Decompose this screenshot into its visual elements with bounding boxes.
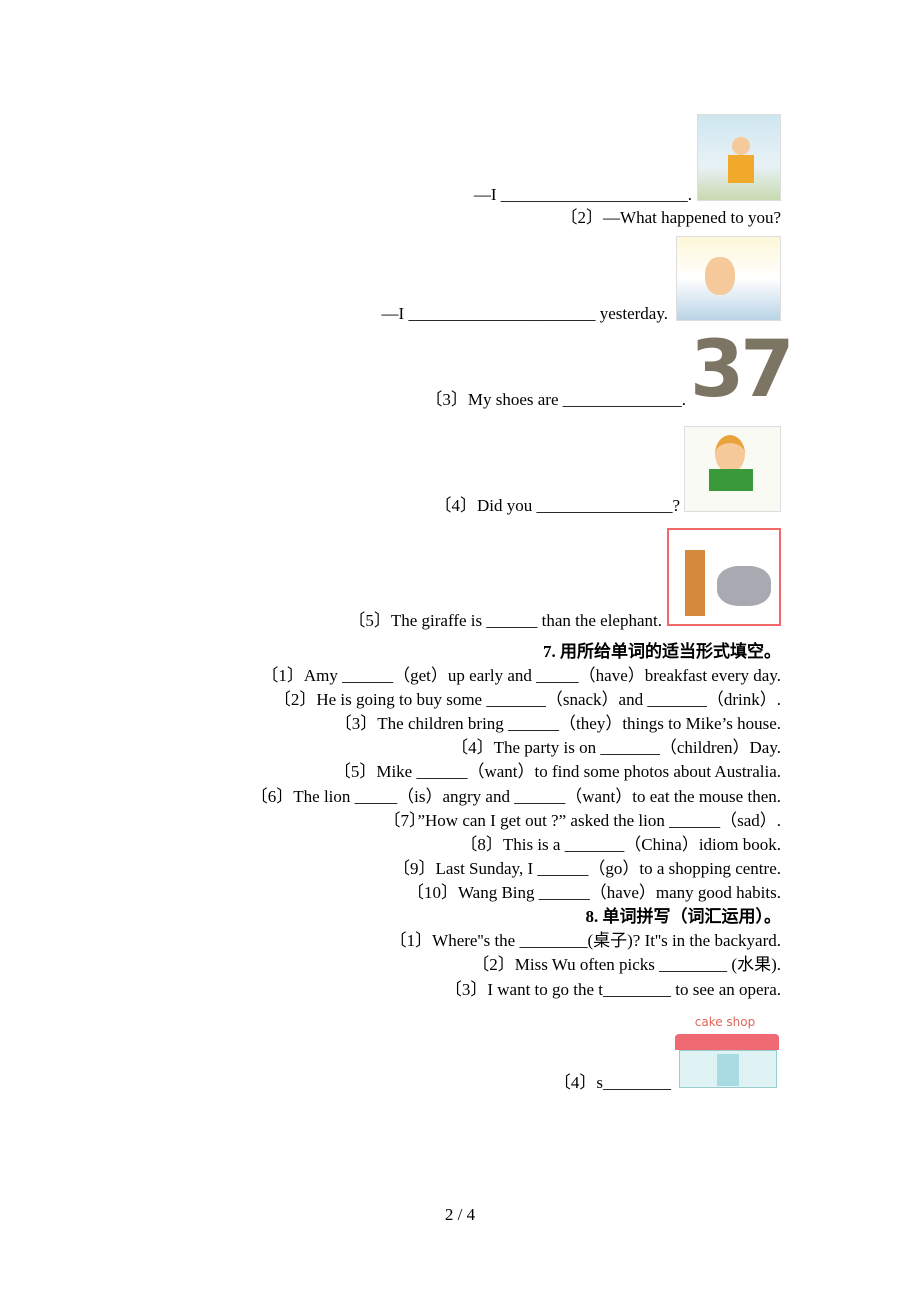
number-37-image: 37: [690, 325, 795, 415]
sick-boy-image: [676, 236, 781, 321]
section7-item: 〔1〕Amy ______（get）up early and _____（hav…: [261, 666, 781, 685]
section8-heading: 8. 单词拼写（词汇运用）。: [585, 907, 782, 926]
section7-item: 〔5〕Mike ______（want）to find some photos …: [333, 762, 781, 781]
q2-answer-line: —I ______________________ yesterday.: [381, 304, 668, 323]
section7-item: 〔6〕The lion _____（is）angry and ______（wa…: [250, 787, 781, 806]
boy-tidying-room-image: [697, 114, 781, 201]
section7-item: 〔2〕He is going to buy some _______（snack…: [273, 690, 781, 709]
section7-item: 〔10〕Wang Bing ______（have）many good habi…: [406, 883, 781, 902]
q4-question: 〔4〕Did you ________________?: [434, 496, 680, 515]
q5-question: 〔5〕The giraffe is ______ than the elepha…: [348, 611, 662, 630]
boy-reading-image: [684, 426, 781, 512]
section8-item: 〔1〕Where''s the ________(桌子)? It''s in t…: [389, 931, 781, 950]
section8-item: 〔2〕Miss Wu often picks ________ (水果).: [472, 955, 781, 974]
section7-item: 〔8〕This is a _______（China）idiom book.: [460, 835, 781, 854]
section7-item: 〔3〕The children bring ______（they）things…: [334, 714, 781, 733]
section8-item: 〔3〕I want to go the t________ to see an …: [444, 980, 781, 999]
section7-item: 〔4〕The party is on _______（children）Day.: [451, 738, 781, 757]
section8-item: 〔4〕s________: [553, 1073, 671, 1092]
q1-answer-line: —I ______________________.: [473, 185, 692, 204]
q3-question: 〔3〕My shoes are ______________.: [425, 390, 686, 409]
section7-heading: 7. 用所给单词的适当形式填空。: [543, 642, 781, 661]
page-number: 2 / 4: [444, 1205, 476, 1224]
cake-shop-image: cake shop: [675, 1012, 781, 1088]
cake-shop-sign: cake shop: [694, 1015, 756, 1029]
section7-item: 〔9〕Last Sunday, I ______（go）to a shoppin…: [393, 859, 781, 878]
giraffe-elephant-image: [667, 528, 781, 626]
document-page: —I ______________________. 〔2〕—What happ…: [0, 0, 920, 1302]
section7-item: 〔7〕”How can I get out ?” asked the lion …: [383, 811, 781, 830]
q2-question: 〔2〕—What happened to you?: [560, 208, 781, 227]
